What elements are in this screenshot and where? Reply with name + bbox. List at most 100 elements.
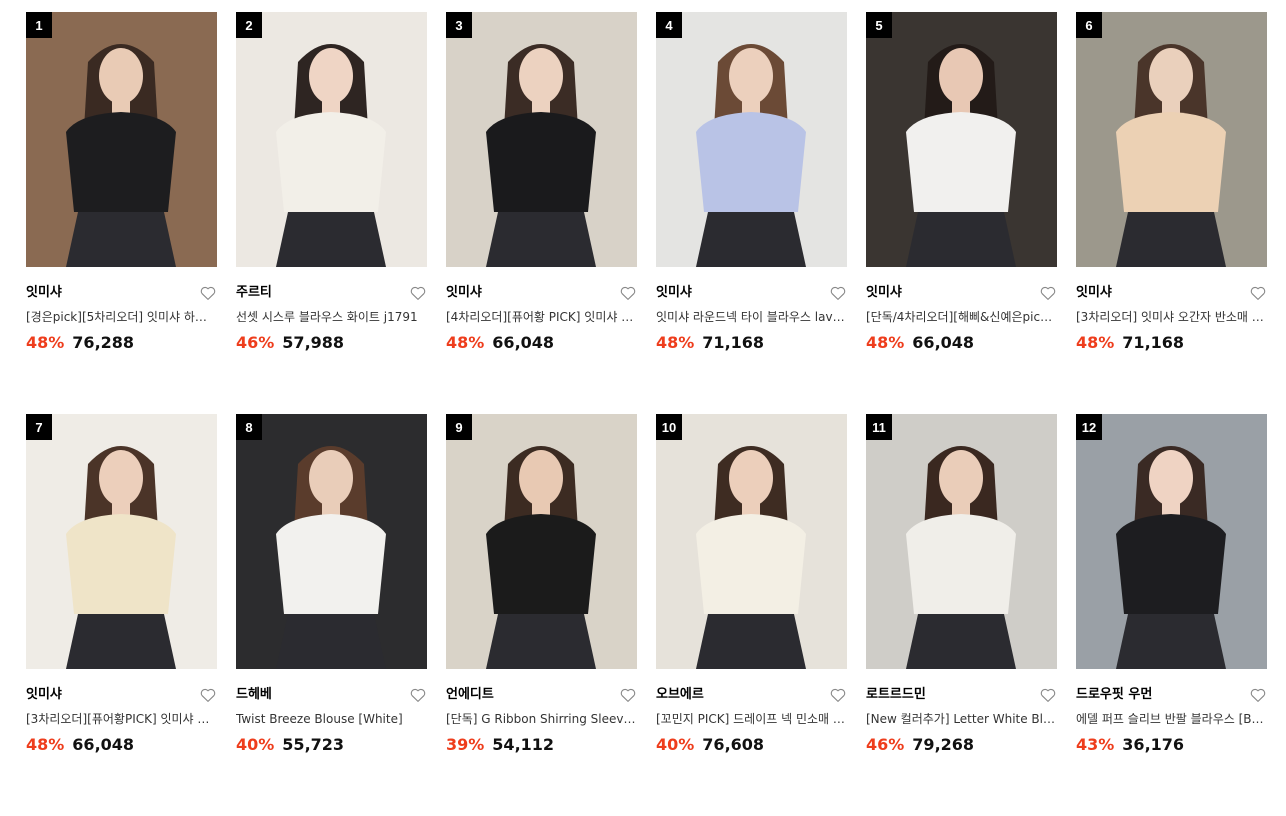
heart-outline-icon[interactable] [619,284,637,302]
discount-rate: 39% [446,735,485,754]
sale-price: 71,168 [1122,333,1185,352]
heart-outline-icon[interactable] [829,686,847,704]
brand-name[interactable]: 잇미샤 [446,284,637,302]
heart-outline-icon[interactable] [1039,284,1057,302]
discount-rate: 48% [446,333,485,352]
product-image[interactable]: 8 [236,414,427,669]
heart-outline-icon[interactable] [829,284,847,302]
rank-badge: 5 [866,12,892,38]
rank-badge: 9 [446,414,472,440]
product-title[interactable]: [3차리오더][퓨어황PICK] 잇미샤 리본 블라우스 [26,711,217,727]
heart-outline-icon[interactable] [199,686,217,704]
sale-price: 36,176 [1122,735,1185,754]
sale-price: 54,112 [492,735,555,754]
brand-name[interactable]: 잇미샤 [26,284,217,302]
product-card-8[interactable]: 8 드헤베 Twist Breeze Blouse [White] 40% 55,… [236,414,427,816]
product-image[interactable]: 5 [866,12,1057,267]
product-card-4[interactable]: 4 잇미샤 잇미샤 라운드넥 타이 블라우스 lavender 48% 71,16… [656,12,847,414]
discount-rate: 48% [1076,333,1115,352]
discount-rate: 48% [656,333,695,352]
product-image[interactable]: 11 [866,414,1057,669]
heart-outline-icon[interactable] [1249,284,1267,302]
brand-name[interactable]: 주르티 [236,284,427,302]
product-image[interactable]: 12 [1076,414,1267,669]
brand-name[interactable]: 드로우핏 우먼 [1076,686,1267,704]
sale-price: 55,723 [282,735,345,754]
product-card-9[interactable]: 9 언에디트 [단독] G Ribbon Shirring Sleeveless… [446,414,637,816]
product-card-2[interactable]: 2 주르티 선셋 시스루 블라우스 화이트 j1791 46% 57,988 [236,12,427,414]
brand-name[interactable]: 잇미샤 [26,686,217,704]
product-title[interactable]: Twist Breeze Blouse [White] [236,711,427,727]
rank-badge: 3 [446,12,472,38]
product-image[interactable]: 3 [446,12,637,267]
product-card-6[interactable]: 6 잇미샤 [3차리오더] 잇미샤 오간자 반소매 블라우스 48% 71,168 [1076,12,1267,414]
heart-outline-icon[interactable] [409,284,427,302]
rank-badge: 11 [866,414,892,440]
brand-name[interactable]: 오브에르 [656,686,847,704]
heart-outline-icon[interactable] [199,284,217,302]
heart-outline-icon[interactable] [409,686,427,704]
discount-rate: 48% [26,735,65,754]
product-title[interactable]: [단독/4차리오더][해삐&신예은pick] 블라우스 [866,309,1057,325]
sale-price: 76,608 [702,735,765,754]
product-card-11[interactable]: 11 로트르드민 [New 컬러추가] Letter White Blouse … [866,414,1057,816]
rank-badge: 1 [26,12,52,38]
product-card-5[interactable]: 5 잇미샤 [단독/4차리오더][해삐&신예은pick] 블라우스 48% 66,… [866,12,1057,414]
product-image[interactable]: 9 [446,414,637,669]
product-card-1[interactable]: 1 잇미샤 [경은pick][5차리오더] 잇미샤 하이넥 반팔 블라우스 48… [26,12,217,414]
product-card-7[interactable]: 7 잇미샤 [3차리오더][퓨어황PICK] 잇미샤 리본 블라우스 48% 66… [26,414,217,816]
product-grid: 1 잇미샤 [경은pick][5차리오더] 잇미샤 하이넥 반팔 블라우스 48… [26,12,1267,816]
rank-badge: 10 [656,414,682,440]
brand-name[interactable]: 잇미샤 [866,284,1057,302]
price-row: 48% 76,288 [26,333,217,353]
product-card-10[interactable]: 10 오브에르 [꼬민지 PICK] 드레이프 넥 민소매 블라우스 40% 76… [656,414,847,816]
product-title[interactable]: 선셋 시스루 블라우스 화이트 j1791 [236,309,427,325]
discount-rate: 40% [656,735,695,754]
product-title[interactable]: [4차리오더][퓨어황 PICK] 잇미샤 오프숄더 블라우스 [446,309,637,325]
discount-rate: 43% [1076,735,1115,754]
product-card-12[interactable]: 12 드로우핏 우먼 에델 퍼프 슬리브 반팔 블라우스 [BLACK] 43%… [1076,414,1267,816]
price-row: 39% 54,112 [446,735,637,755]
rank-badge: 4 [656,12,682,38]
price-row: 40% 55,723 [236,735,427,755]
product-title[interactable]: 에델 퍼프 슬리브 반팔 블라우스 [BLACK] [1076,711,1267,727]
brand-name[interactable]: 로트르드민 [866,686,1057,704]
product-image[interactable]: 6 [1076,12,1267,267]
heart-outline-icon[interactable] [619,686,637,704]
product-image[interactable]: 10 [656,414,847,669]
price-row: 46% 57,988 [236,333,427,353]
product-image[interactable]: 2 [236,12,427,267]
sale-price: 76,288 [72,333,135,352]
heart-outline-icon[interactable] [1039,686,1057,704]
product-image[interactable]: 7 [26,414,217,669]
sale-price: 71,168 [702,333,765,352]
rank-badge: 6 [1076,12,1102,38]
product-title[interactable]: [단독] G Ribbon Shirring Sleeveless Blouse [446,711,637,727]
sale-price: 57,988 [282,333,345,352]
product-card-3[interactable]: 3 잇미샤 [4차리오더][퓨어황 PICK] 잇미샤 오프숄더 블라우스 48… [446,12,637,414]
discount-rate: 40% [236,735,275,754]
heart-outline-icon[interactable] [1249,686,1267,704]
rank-badge: 8 [236,414,262,440]
brand-name[interactable]: 드헤베 [236,686,427,704]
price-row: 48% 71,168 [1076,333,1267,353]
discount-rate: 48% [26,333,65,352]
product-title[interactable]: [꼬민지 PICK] 드레이프 넥 민소매 블라우스 [656,711,847,727]
sale-price: 66,048 [72,735,135,754]
product-image[interactable]: 4 [656,12,847,267]
brand-name[interactable]: 잇미샤 [656,284,847,302]
product-title[interactable]: [New 컬러추가] Letter White Blouse [866,711,1057,727]
rank-badge: 7 [26,414,52,440]
discount-rate: 46% [236,333,275,352]
price-row: 48% 66,048 [26,735,217,755]
product-title[interactable]: [3차리오더] 잇미샤 오간자 반소매 블라우스 [1076,309,1267,325]
product-title[interactable]: 잇미샤 라운드넥 타이 블라우스 lavender [656,309,847,325]
brand-name[interactable]: 잇미샤 [1076,284,1267,302]
product-title[interactable]: [경은pick][5차리오더] 잇미샤 하이넥 반팔 블라우스 [26,309,217,325]
product-image[interactable]: 1 [26,12,217,267]
price-row: 46% 79,268 [866,735,1057,755]
sale-price: 79,268 [912,735,975,754]
price-row: 48% 66,048 [446,333,637,353]
brand-name[interactable]: 언에디트 [446,686,637,704]
sale-price: 66,048 [492,333,555,352]
